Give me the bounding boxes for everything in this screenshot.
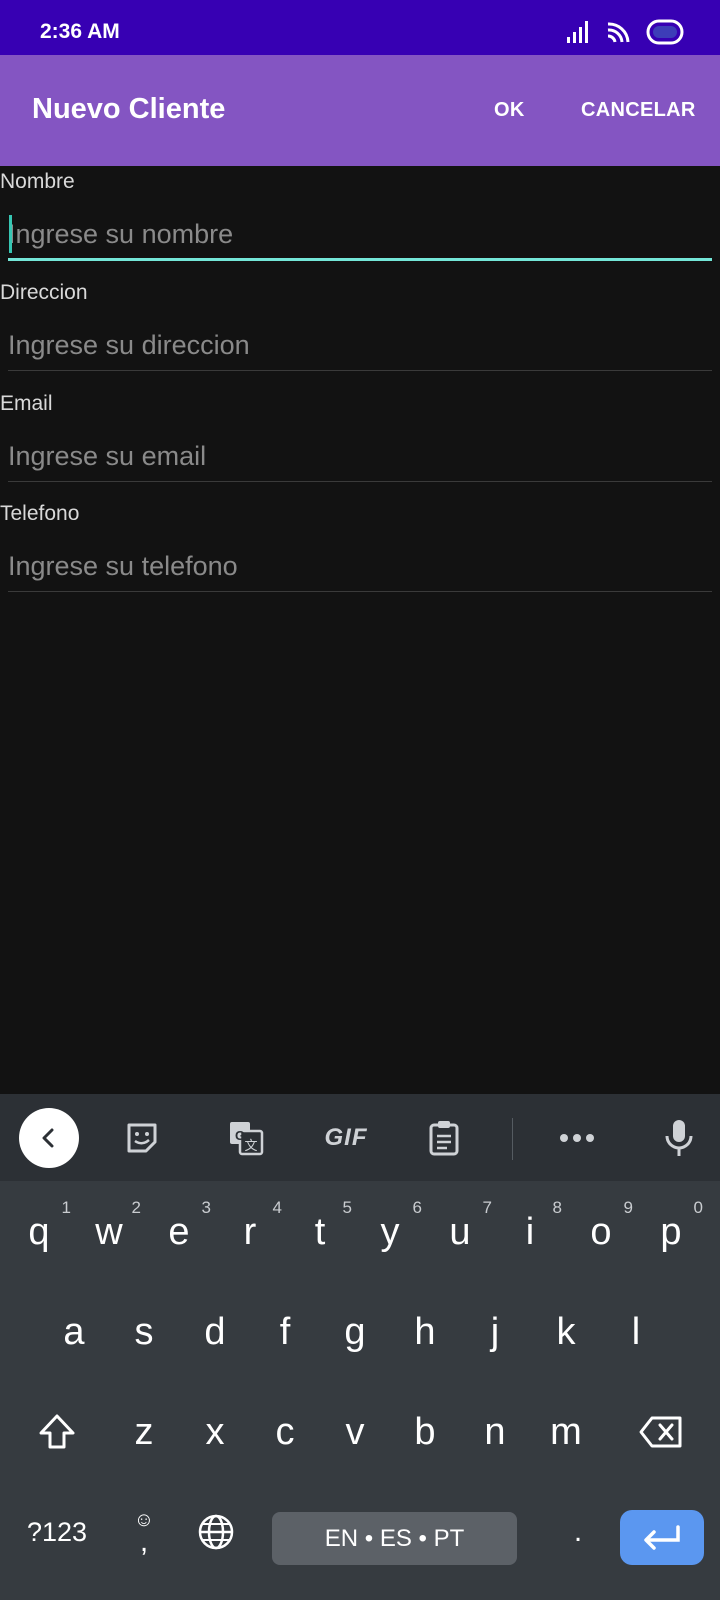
toolbar-divider bbox=[512, 1118, 513, 1160]
page-title: Nuevo Cliente bbox=[32, 93, 226, 125]
shift-icon bbox=[39, 1414, 75, 1449]
key-c[interactable]: c bbox=[251, 1404, 319, 1460]
key-l[interactable]: l bbox=[602, 1304, 670, 1360]
app-bar: Nuevo Cliente OK CANCELAR bbox=[0, 55, 720, 166]
more-icon[interactable] bbox=[547, 1108, 607, 1168]
symbols-key[interactable]: ?123 bbox=[14, 1504, 100, 1560]
clipboard-icon[interactable] bbox=[414, 1108, 474, 1168]
sticker-icon[interactable] bbox=[112, 1108, 172, 1168]
telefono-input[interactable] bbox=[8, 542, 712, 592]
battery-icon bbox=[646, 19, 684, 50]
gif-icon[interactable]: GIF bbox=[314, 1108, 378, 1168]
key-a[interactable]: a bbox=[40, 1304, 108, 1360]
key-j[interactable]: j bbox=[461, 1304, 529, 1360]
key-f[interactable]: f bbox=[251, 1304, 319, 1360]
enter-key[interactable] bbox=[620, 1510, 704, 1565]
key-k[interactable]: k bbox=[532, 1304, 600, 1360]
mic-icon[interactable] bbox=[649, 1108, 709, 1168]
status-icons bbox=[566, 19, 684, 50]
backspace-key[interactable] bbox=[627, 1404, 695, 1460]
ok-button[interactable]: OK bbox=[494, 99, 525, 122]
gif-label: GIF bbox=[324, 1124, 368, 1151]
nombre-label: Nombre bbox=[0, 170, 75, 193]
cancel-button[interactable]: CANCELAR bbox=[581, 99, 696, 122]
status-bar: 2:36 AM bbox=[0, 0, 720, 55]
key-r[interactable]: r4 bbox=[216, 1198, 284, 1260]
key-w[interactable]: w2 bbox=[75, 1198, 143, 1260]
key-g[interactable]: g bbox=[321, 1304, 389, 1360]
signal-icon bbox=[566, 20, 592, 49]
back-chevron-icon[interactable] bbox=[19, 1108, 79, 1168]
email-input[interactable] bbox=[8, 432, 712, 482]
key-b[interactable]: b bbox=[391, 1404, 459, 1460]
nombre-input[interactable] bbox=[8, 211, 712, 261]
key-q[interactable]: q1 bbox=[5, 1198, 73, 1260]
key-n[interactable]: n bbox=[461, 1404, 529, 1460]
translate-icon[interactable]: G文 bbox=[216, 1108, 276, 1168]
direccion-input[interactable] bbox=[8, 321, 712, 371]
key-p[interactable]: p0 bbox=[637, 1198, 705, 1260]
email-label: Email bbox=[0, 392, 53, 415]
shift-key[interactable] bbox=[23, 1404, 91, 1460]
direccion-label: Direccion bbox=[0, 281, 88, 304]
language-key[interactable] bbox=[186, 1504, 246, 1560]
key-e[interactable]: e3 bbox=[145, 1198, 213, 1260]
key-u[interactable]: u7 bbox=[426, 1198, 494, 1260]
backspace-icon bbox=[639, 1416, 682, 1448]
period-key[interactable]: . bbox=[548, 1504, 608, 1560]
wifi-icon bbox=[606, 20, 632, 49]
key-i[interactable]: i8 bbox=[496, 1198, 564, 1260]
key-m[interactable]: m bbox=[532, 1404, 600, 1460]
text-cursor bbox=[9, 215, 12, 253]
key-o[interactable]: o9 bbox=[567, 1198, 635, 1260]
key-z[interactable]: z bbox=[110, 1404, 178, 1460]
key-h[interactable]: h bbox=[391, 1304, 459, 1360]
key-d[interactable]: d bbox=[181, 1304, 249, 1360]
key-v[interactable]: v bbox=[321, 1404, 389, 1460]
telefono-label: Telefono bbox=[0, 502, 80, 525]
key-s[interactable]: s bbox=[110, 1304, 178, 1360]
globe-icon bbox=[198, 1514, 234, 1550]
comma-key[interactable]: ☺ , bbox=[114, 1504, 174, 1560]
keyboard-toolbar: G文 GIF bbox=[0, 1094, 720, 1181]
space-key[interactable]: EN • ES • PT bbox=[272, 1512, 517, 1565]
key-t[interactable]: t5 bbox=[286, 1198, 354, 1260]
comma-label: , bbox=[139, 1525, 149, 1558]
enter-icon bbox=[644, 1524, 680, 1550]
svg-text:文: 文 bbox=[244, 1139, 257, 1154]
key-x[interactable]: x bbox=[181, 1404, 249, 1460]
key-y[interactable]: y6 bbox=[356, 1198, 424, 1260]
status-time: 2:36 AM bbox=[40, 20, 120, 43]
